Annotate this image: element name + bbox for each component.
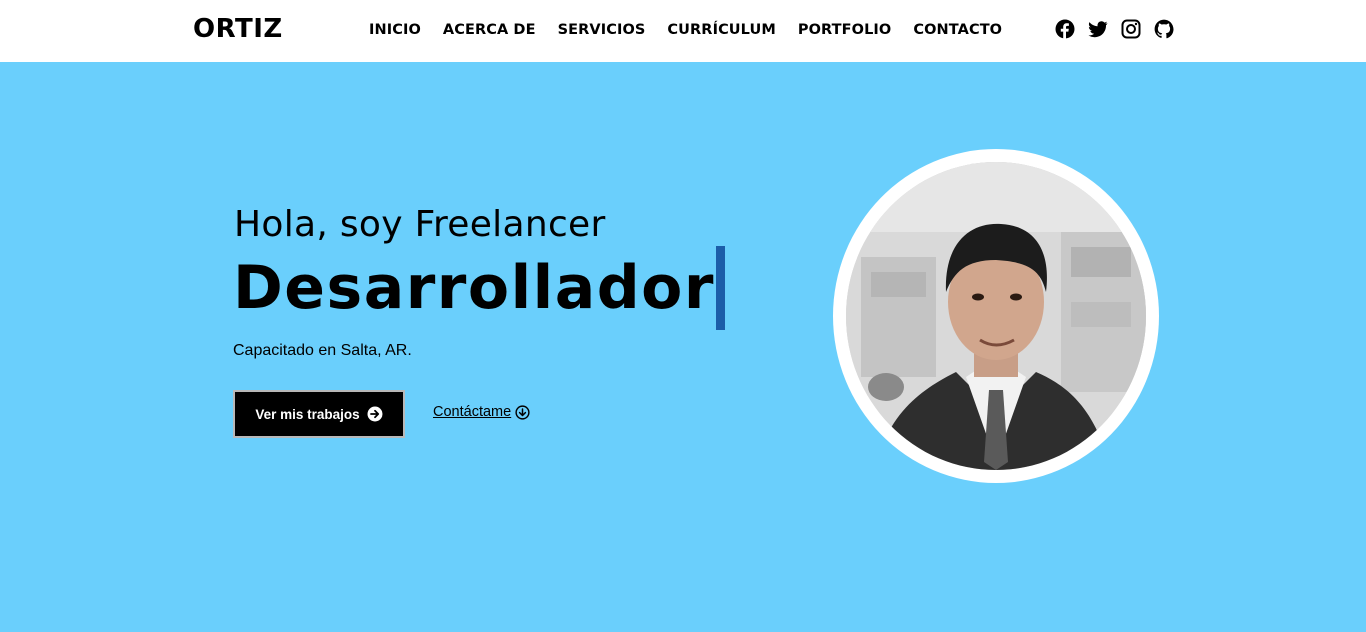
twitter-icon[interactable] — [1088, 19, 1108, 39]
social-links — [1055, 19, 1174, 39]
hero-role: Desarrollador — [233, 253, 715, 323]
arrow-right-circle-icon — [367, 406, 383, 422]
nav-item-servicios[interactable]: SERVICIOS — [558, 22, 646, 38]
site-header: ORTIZ INICIO ACERCA DE SERVICIOS CURRÍCU… — [0, 0, 1366, 62]
hero-subtitle: Capacitado en Salta, AR. — [233, 342, 412, 359]
nav-item-contacto[interactable]: CONTACTO — [913, 22, 1002, 38]
view-work-button[interactable]: Ver mis trabajos — [233, 390, 405, 438]
profile-photo-frame — [833, 149, 1159, 483]
site-logo[interactable]: ORTIZ — [193, 14, 283, 44]
hero-role-line: Desarrollador — [233, 246, 725, 330]
view-work-label: Ver mis trabajos — [255, 406, 360, 422]
contact-link[interactable]: Contáctame — [433, 404, 530, 420]
github-icon[interactable] — [1154, 19, 1174, 39]
arrow-down-circle-icon — [515, 404, 530, 420]
nav-item-portfolio[interactable]: PORTFOLIO — [798, 22, 891, 38]
typing-cursor — [715, 246, 725, 330]
nav-item-inicio[interactable]: INICIO — [369, 22, 421, 38]
facebook-icon[interactable] — [1055, 19, 1075, 39]
hero-intro: Hola, soy Freelancer — [234, 204, 606, 245]
nav-item-curriculum[interactable]: CURRÍCULUM — [667, 22, 775, 38]
main-nav: INICIO ACERCA DE SERVICIOS CURRÍCULUM PO… — [369, 22, 1024, 38]
instagram-icon[interactable] — [1121, 19, 1141, 39]
nav-item-acerca-de[interactable]: ACERCA DE — [443, 22, 536, 38]
contact-link-label: Contáctame — [433, 404, 512, 420]
profile-photo — [846, 162, 1146, 470]
